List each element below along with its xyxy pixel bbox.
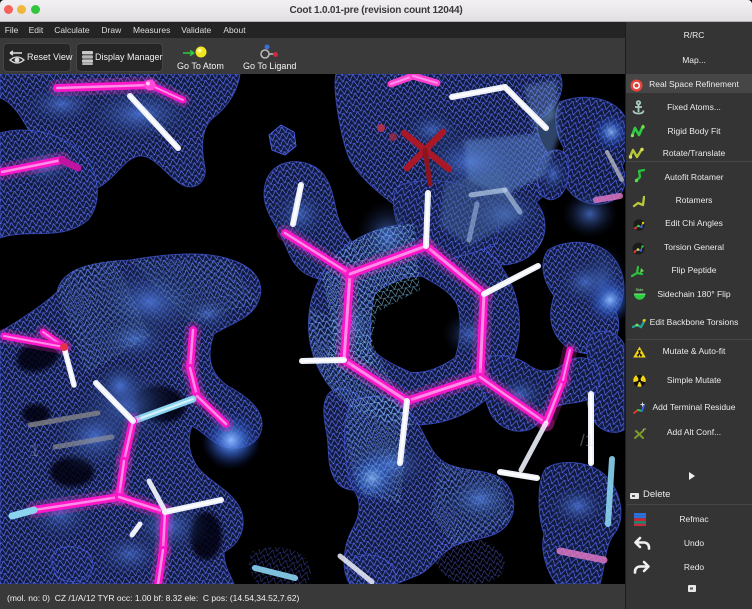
svg-text:Side: Side bbox=[635, 287, 644, 292]
svg-text:1: 1 bbox=[30, 441, 39, 460]
svg-text:/1: /1 bbox=[580, 431, 594, 450]
svg-text:*: * bbox=[644, 428, 646, 434]
